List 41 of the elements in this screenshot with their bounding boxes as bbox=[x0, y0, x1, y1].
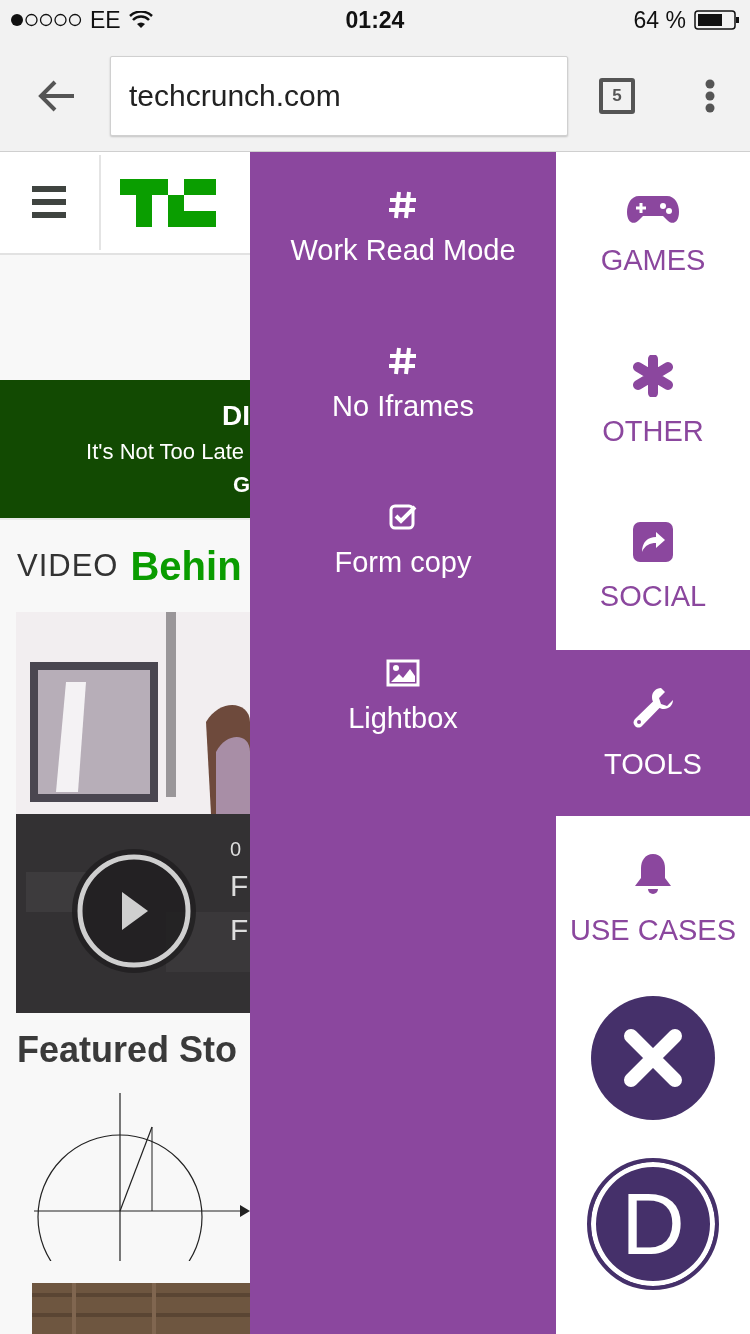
banner-title: DI bbox=[222, 399, 250, 433]
menu-icon bbox=[32, 186, 66, 219]
menu-option[interactable]: Work Read Mode bbox=[290, 234, 516, 267]
menu-option[interactable]: No Iframes bbox=[332, 390, 474, 423]
tab-count-button[interactable]: 5 bbox=[599, 77, 635, 114]
menu-button[interactable] bbox=[705, 78, 715, 113]
asterisk-icon bbox=[632, 354, 674, 397]
banner-text: It's Not Too Late bbox=[86, 438, 244, 466]
wifi-icon bbox=[128, 11, 153, 29]
close-icon bbox=[621, 1026, 685, 1090]
banner-link[interactable]: G bbox=[232, 470, 250, 500]
section-label: VIDEO bbox=[17, 548, 119, 584]
video-meta: 0 bbox=[230, 837, 243, 862]
gamepad-icon bbox=[627, 193, 679, 226]
logo[interactable]: D bbox=[587, 1158, 719, 1290]
wrench-icon bbox=[631, 685, 675, 730]
video-title: F bbox=[230, 912, 249, 948]
checkbox-icon bbox=[388, 502, 418, 532]
video-title: F bbox=[230, 868, 249, 904]
hash-icon bbox=[388, 190, 418, 220]
menu-option[interactable]: Lightbox bbox=[348, 702, 458, 735]
section-title: Featured Sto bbox=[17, 1029, 238, 1071]
more-icon bbox=[705, 78, 715, 113]
menu-option[interactable]: Form copy bbox=[334, 546, 472, 579]
play-button[interactable] bbox=[72, 849, 196, 973]
category-tab[interactable]: TOOLS bbox=[556, 650, 750, 816]
url-field[interactable]: techcrunch.com bbox=[110, 55, 568, 136]
battery-percent: 64 % bbox=[633, 6, 686, 34]
carrier-name: EE bbox=[90, 6, 121, 34]
back-arrow-icon bbox=[38, 78, 76, 113]
menu-button[interactable] bbox=[32, 186, 66, 219]
hash-icon bbox=[388, 346, 418, 376]
signal-icon bbox=[10, 13, 82, 27]
image-icon bbox=[386, 658, 420, 688]
section-title: Behin bbox=[130, 543, 242, 589]
logo-icon[interactable] bbox=[120, 178, 216, 227]
bell-icon bbox=[633, 851, 673, 896]
share-icon bbox=[633, 521, 673, 562]
back-button[interactable] bbox=[38, 78, 76, 113]
battery-icon bbox=[694, 10, 740, 30]
clock-time: 01:24 bbox=[345, 6, 405, 34]
